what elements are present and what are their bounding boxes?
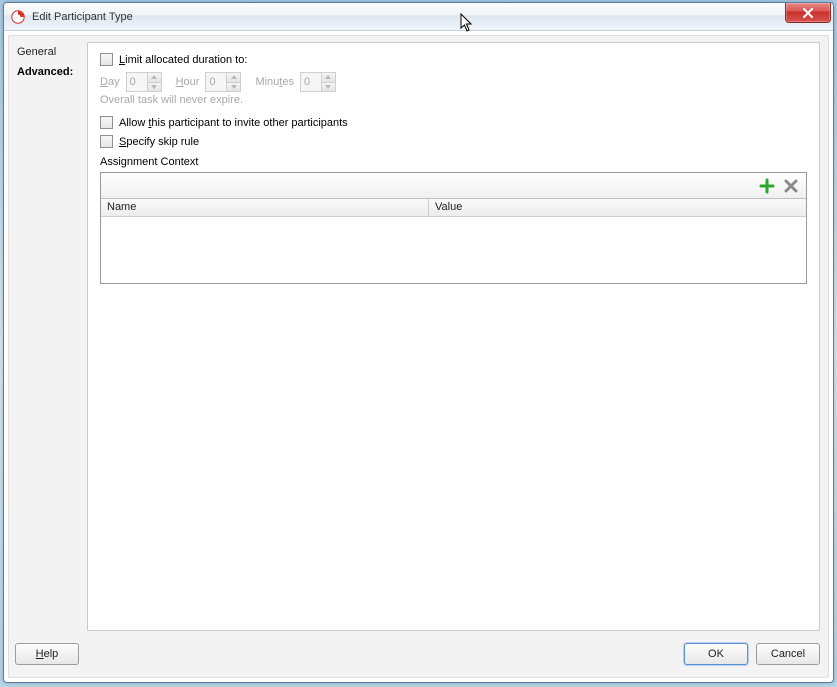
app-icon: [10, 9, 26, 25]
delete-button[interactable]: [782, 177, 800, 195]
skip-rule-label: Specify skip rule: [119, 136, 199, 148]
tab-list: General Advanced:: [15, 42, 83, 82]
hour-spin-down[interactable]: [227, 82, 240, 92]
day-label: Day: [100, 76, 120, 88]
skip-rule-checkbox[interactable]: [100, 135, 113, 148]
dialog-window: Edit Participant Type General Advanced: …: [3, 2, 834, 683]
minutes-spin-buttons: [322, 72, 336, 92]
chevron-down-icon: [231, 85, 237, 89]
chevron-down-icon: [151, 85, 157, 89]
hour-spin-buttons: [227, 72, 241, 92]
duration-inputs: Day Hour Minutes: [100, 72, 807, 92]
close-button[interactable]: [785, 3, 831, 23]
tab-advanced[interactable]: Advanced:: [15, 62, 83, 82]
hour-label: Hour: [176, 76, 200, 88]
window-title: Edit Participant Type: [32, 11, 133, 23]
minutes-spinner: [300, 72, 336, 92]
chevron-down-icon: [325, 85, 331, 89]
assignment-context-toolbar: [101, 173, 806, 199]
mouse-cursor-icon: [460, 13, 476, 33]
allow-invite-checkbox[interactable]: [100, 116, 113, 129]
skip-rule-row: Specify skip rule: [100, 135, 807, 148]
add-button[interactable]: [758, 177, 776, 195]
column-header-name[interactable]: Name: [101, 199, 429, 216]
ok-button[interactable]: OK: [684, 643, 748, 665]
day-spin-up[interactable]: [148, 73, 161, 82]
help-button[interactable]: Help: [15, 643, 79, 665]
plus-icon: [759, 178, 775, 194]
minutes-input[interactable]: [300, 72, 322, 92]
minutes-label: Minutes: [255, 76, 294, 88]
limit-duration-checkbox[interactable]: [100, 53, 113, 66]
dialog-body: General Advanced: Limit allocated durati…: [8, 35, 829, 678]
titlebar[interactable]: Edit Participant Type: [4, 3, 833, 31]
assignment-context-body[interactable]: [101, 217, 806, 283]
allow-invite-row: Allow this participant to invite other p…: [100, 116, 807, 129]
tab-general[interactable]: General: [15, 42, 83, 62]
day-spin-buttons: [148, 72, 162, 92]
chevron-up-icon: [231, 75, 237, 79]
hour-spinner: [205, 72, 241, 92]
day-spinner: [126, 72, 162, 92]
assignment-context-table: Name Value: [100, 172, 807, 284]
limit-duration-row: Limit allocated duration to:: [100, 53, 807, 66]
limit-duration-label: Limit allocated duration to:: [119, 54, 247, 66]
assignment-context-label: Assignment Context: [100, 156, 807, 168]
hour-input[interactable]: [205, 72, 227, 92]
advanced-panel: Limit allocated duration to: Day Hour: [87, 42, 820, 631]
minutes-spin-down[interactable]: [322, 82, 335, 92]
hour-spin-up[interactable]: [227, 73, 240, 82]
dialog-footer: Help OK Cancel: [15, 637, 820, 671]
minutes-spin-up[interactable]: [322, 73, 335, 82]
chevron-up-icon: [325, 75, 331, 79]
duration-hint: Overall task will never expire.: [100, 94, 807, 106]
day-spin-down[interactable]: [148, 82, 161, 92]
assignment-context-header: Name Value: [101, 199, 806, 217]
chevron-up-icon: [151, 75, 157, 79]
day-input[interactable]: [126, 72, 148, 92]
x-icon: [783, 178, 799, 194]
cancel-button[interactable]: Cancel: [756, 643, 820, 665]
column-header-value[interactable]: Value: [429, 199, 806, 216]
close-icon: [802, 8, 814, 18]
allow-invite-label: Allow this participant to invite other p…: [119, 117, 348, 129]
